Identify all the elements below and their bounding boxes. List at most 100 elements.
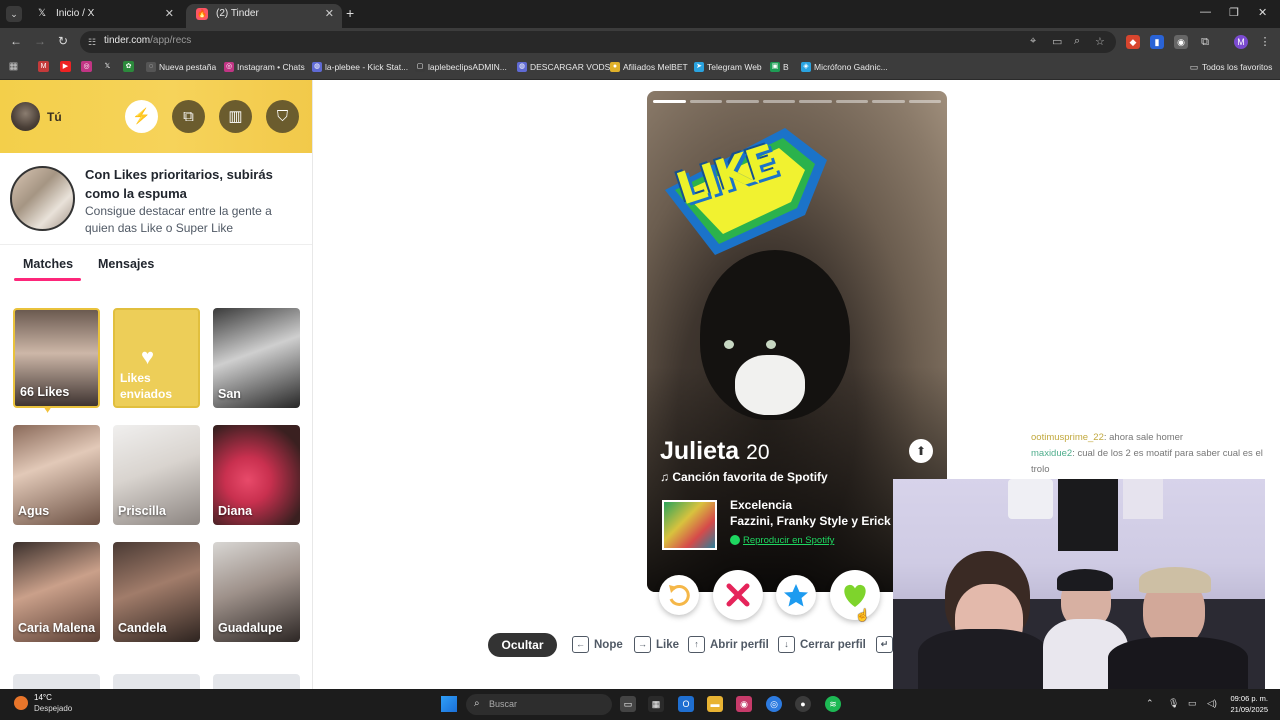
tab-messages[interactable]: Mensajes [98, 257, 154, 271]
x-bookmark-icon[interactable]: 𝕏 [102, 61, 113, 72]
bookmark-item[interactable]: ➤ Telegram Web [694, 61, 762, 73]
match-name: 66 Likes [20, 385, 70, 399]
microphone-icon[interactable]: 🎙 [1168, 698, 1179, 709]
photo-progress-segment[interactable] [653, 100, 686, 103]
reload-icon[interactable]: ↻ [58, 34, 68, 48]
my-avatar[interactable] [11, 102, 40, 131]
extension-3-icon[interactable]: ◉ [1174, 35, 1188, 49]
super-like-button[interactable] [776, 575, 816, 615]
photo-progress-segment[interactable] [872, 100, 905, 103]
bookmark-app-icon[interactable]: ✿ [123, 61, 134, 72]
back-icon[interactable]: ← [10, 34, 22, 48]
new-tab-icon[interactable]: + [346, 5, 354, 21]
app-icon[interactable]: ◉ [736, 696, 752, 712]
match-card[interactable]: Priscilla [113, 425, 200, 525]
browser-menu-icon[interactable]: ⋮ [1258, 35, 1272, 49]
spotify-taskbar-icon[interactable]: ≋ [825, 696, 841, 712]
tab-search-icon[interactable]: ⌄ [6, 6, 22, 22]
match-card[interactable]: Caria Malena [13, 542, 100, 642]
bookmark-item[interactable]: ◎ Instagram • Chats [224, 61, 305, 73]
match-name: Diana [218, 504, 253, 518]
cast-icon[interactable]: ▭ [1052, 35, 1062, 48]
extensions-puzzle-icon[interactable]: ⧉ [1198, 35, 1212, 49]
location-icon[interactable]: ⌖ [1030, 35, 1036, 48]
photo-progress-segment[interactable] [762, 100, 795, 103]
bookmark-item[interactable]: ◈ Micrófono Gadnic... [801, 61, 888, 73]
priority-likes-promo[interactable]: Con Likes prioritarios, subirás como la … [0, 153, 312, 245]
likes-sent-card[interactable]: ♥ Likes enviados [113, 308, 200, 408]
site-info-icon[interactable]: ☷ [88, 36, 100, 48]
restore-icon[interactable]: ❐ [1229, 6, 1239, 19]
bookmark-star-icon[interactable]: ☆ [1095, 35, 1105, 48]
weather-icon[interactable] [14, 696, 28, 710]
bookmark-item[interactable]: ▣ B [770, 61, 789, 73]
tab-close-icon[interactable]: ✕ [325, 4, 334, 24]
volume-icon[interactable]: ◁) [1207, 698, 1217, 709]
url-bar[interactable]: ☷ tinder.com/app/recs ⌖ ▭ ⌕ ☆ [80, 31, 1116, 53]
match-card[interactable]: Guadalupe [213, 542, 300, 642]
taskbar-clock[interactable]: 09:06 p. m. 21/09/2025 [1226, 693, 1268, 715]
chrome-icon[interactable]: ◎ [766, 696, 782, 712]
browser-tab-tinder[interactable]: 🔥 (2) Tinder ✕ [186, 4, 342, 28]
photo-progress-segment[interactable] [908, 100, 941, 103]
bookmark-item[interactable]: ◍ la-plebee - Kick Stat... [312, 61, 408, 73]
match-card[interactable]: San [213, 308, 300, 408]
instagram-icon[interactable]: ◎ [81, 61, 92, 72]
extension-1-icon[interactable]: ◆ [1126, 35, 1140, 49]
briefcase-icon[interactable]: ▥ [219, 100, 252, 133]
profile-avatar[interactable]: M [1234, 35, 1248, 49]
file-explorer-icon[interactable]: ▬ [707, 696, 723, 712]
music-note-icon: ♫ [660, 470, 669, 484]
open-profile-icon[interactable]: ⬆ [909, 439, 933, 463]
obs-icon[interactable]: ● [795, 696, 811, 712]
bookmark-item[interactable]: ◍ DESCARGAR VODS [517, 61, 610, 73]
play-on-spotify-link[interactable]: Reproducir en Spotify [730, 535, 834, 546]
photo-progress-segment[interactable] [726, 100, 759, 103]
youtube-icon[interactable]: ▶ [60, 61, 71, 72]
hide-shortcuts-button[interactable]: Ocultar [488, 633, 557, 657]
webcam-jersey-dark [1058, 479, 1118, 551]
likes-received-card[interactable]: 66 Likes [13, 308, 100, 408]
network-icon[interactable]: ▭ [1188, 698, 1197, 709]
match-name: San [218, 387, 241, 401]
tab-close-icon[interactable]: ✕ [165, 4, 174, 24]
outlook-icon[interactable]: O [678, 696, 694, 712]
bookmark-item[interactable]: ▢ laplebeclipsADMIN... [415, 61, 507, 73]
rewind-button[interactable] [659, 575, 699, 615]
webcam-person-3-cap [1139, 567, 1211, 593]
match-card[interactable]: Agus [13, 425, 100, 525]
store-icon[interactable]: ▦ [648, 696, 664, 712]
photo-progress-segment[interactable] [835, 100, 868, 103]
nope-button[interactable] [713, 570, 763, 620]
spotify-icon [730, 535, 740, 545]
bookmark-item[interactable]: ◌ Nueva pestaña [146, 61, 216, 73]
likes-sent-icon: ♥ [141, 344, 155, 369]
explore-icon[interactable]: ⧉ [172, 100, 205, 133]
tab-matches[interactable]: Matches [23, 257, 73, 271]
browser-tab-x[interactable]: 𝕏 Inicio / X ✕ [26, 4, 182, 28]
shield-icon[interactable]: ⛉ [266, 100, 299, 133]
minimize-icon[interactable]: — [1200, 6, 1211, 18]
photo-progress-segment[interactable] [689, 100, 722, 103]
address-bar-row: ← → ↻ ☷ tinder.com/app/recs ⌖ ▭ ⌕ ☆ ◆ ▮ … [0, 28, 1280, 56]
my-profile-label[interactable]: Tú [47, 110, 62, 124]
match-card[interactable]: Diana [213, 425, 300, 525]
extension-2-icon[interactable]: ▮ [1150, 35, 1164, 49]
url-host: tinder.com [104, 35, 151, 46]
tray-chevron-icon[interactable]: ⌃ [1146, 698, 1154, 709]
gmail-icon[interactable]: M [38, 61, 49, 72]
bookmark-item[interactable]: ● Afiliados MelBET [610, 61, 688, 73]
zoom-icon[interactable]: ⌕ [1074, 35, 1080, 48]
match-card[interactable]: Candela [113, 542, 200, 642]
apps-grid-icon[interactable]: ▦ [8, 61, 19, 72]
all-bookmarks-folder[interactable]: ▭ Todos los favoritos [1189, 61, 1273, 73]
x-logo-icon: 𝕏 [37, 8, 47, 19]
right-arrow-key-icon: → [634, 636, 651, 654]
photo-progress-segment[interactable] [799, 100, 832, 103]
task-view-icon[interactable]: ▭ [620, 696, 636, 712]
boost-icon[interactable]: ⚡ [125, 100, 158, 133]
close-window-icon[interactable]: ✕ [1258, 6, 1267, 19]
forward-icon[interactable]: → [34, 34, 46, 48]
windows-start-icon[interactable] [441, 696, 457, 712]
taskbar-search[interactable]: ⌕ Buscar [466, 694, 612, 715]
